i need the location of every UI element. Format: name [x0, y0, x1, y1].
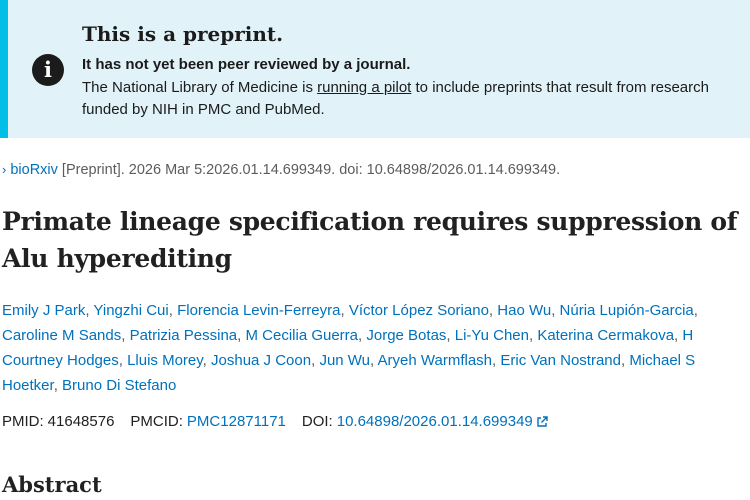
author-separator: ,	[202, 352, 212, 369]
author-link[interactable]: Katerina Cermakova	[537, 327, 674, 344]
article-identifiers: PMID: 41648576 PMCID: PMC12871171 DOI: 10.648…	[2, 413, 548, 430]
banner-text-before: The National Library of Medicine is	[82, 79, 318, 96]
author-separator: ,	[693, 302, 698, 319]
pmcid-label: PMCID:	[130, 413, 183, 430]
author-link[interactable]: Li-Yu Chen	[455, 327, 529, 344]
abstract-heading: Abstract	[2, 472, 102, 497]
author-link[interactable]: Eric Van Nostrand	[500, 352, 621, 369]
author-link[interactable]: M Cecilia Guerra	[245, 327, 358, 344]
author-separator: ,	[340, 302, 349, 319]
author-link[interactable]: Jorge Botas	[366, 327, 446, 344]
external-link-icon	[537, 416, 548, 427]
doi-link[interactable]: 10.64898/2026.01.14.699349	[337, 413, 533, 430]
author-link[interactable]: Joshua J Coon	[211, 352, 311, 369]
author-link[interactable]: Víctor López Soriano	[349, 302, 489, 319]
author-link[interactable]: Bruno Di Stefano	[62, 377, 176, 394]
author-list: Emily J Park, Yingzhi Cui, Florencia Lev…	[2, 298, 750, 398]
author-separator: ,	[488, 302, 498, 319]
author-link[interactable]: Jun Wu	[319, 352, 370, 369]
pmcid-link[interactable]: PMC12871171	[187, 413, 286, 430]
author-separator: ,	[370, 352, 378, 369]
author-separator: ,	[121, 327, 130, 344]
pmid-label: PMID:	[2, 413, 44, 430]
author-separator: ,	[53, 377, 63, 394]
pmid-value: 41648576	[47, 413, 115, 430]
author-separator: ,	[118, 352, 128, 369]
citation-line: › bioRxiv [Preprint]. 2026 Mar 5:2026.01.…	[2, 162, 560, 178]
author-link[interactable]: Hao Wu	[497, 302, 551, 319]
doi-label: DOI:	[301, 413, 333, 430]
author-separator: ,	[168, 302, 178, 319]
author-link[interactable]: Lluis Morey	[127, 352, 203, 369]
chevron-right-icon: ›	[2, 162, 7, 177]
author-link[interactable]: Aryeh Warmflash	[378, 352, 492, 369]
banner-description: The National Library of Medicine is runn…	[82, 77, 742, 121]
author-link[interactable]: Yingzhi Cui	[93, 302, 168, 319]
journal-link[interactable]: bioRxiv	[10, 162, 58, 178]
running-a-pilot-link[interactable]: running a pilot	[317, 79, 411, 96]
banner-notice: It has not yet been peer reviewed by a j…	[82, 56, 411, 73]
author-link[interactable]: Patrizia Pessina	[130, 327, 238, 344]
info-icon: i	[32, 54, 64, 86]
author-link[interactable]: Emily J Park	[2, 302, 85, 319]
author-separator: ,	[551, 302, 560, 319]
article-title: Primate lineage specification requires s…	[2, 207, 738, 273]
preprint-banner: i This is a preprint. It has not yet bee…	[0, 0, 750, 138]
author-link[interactable]: Caroline M Sands	[2, 327, 121, 344]
author-link[interactable]: Núria Lupión-Garcia	[560, 302, 694, 319]
banner-title: This is a preprint.	[82, 22, 284, 46]
citation-details: [Preprint]. 2026 Mar 5:2026.01.14.699349…	[57, 162, 561, 178]
author-separator: ,	[446, 327, 455, 344]
author-link[interactable]: Florencia Levin-Ferreyra	[177, 302, 340, 319]
